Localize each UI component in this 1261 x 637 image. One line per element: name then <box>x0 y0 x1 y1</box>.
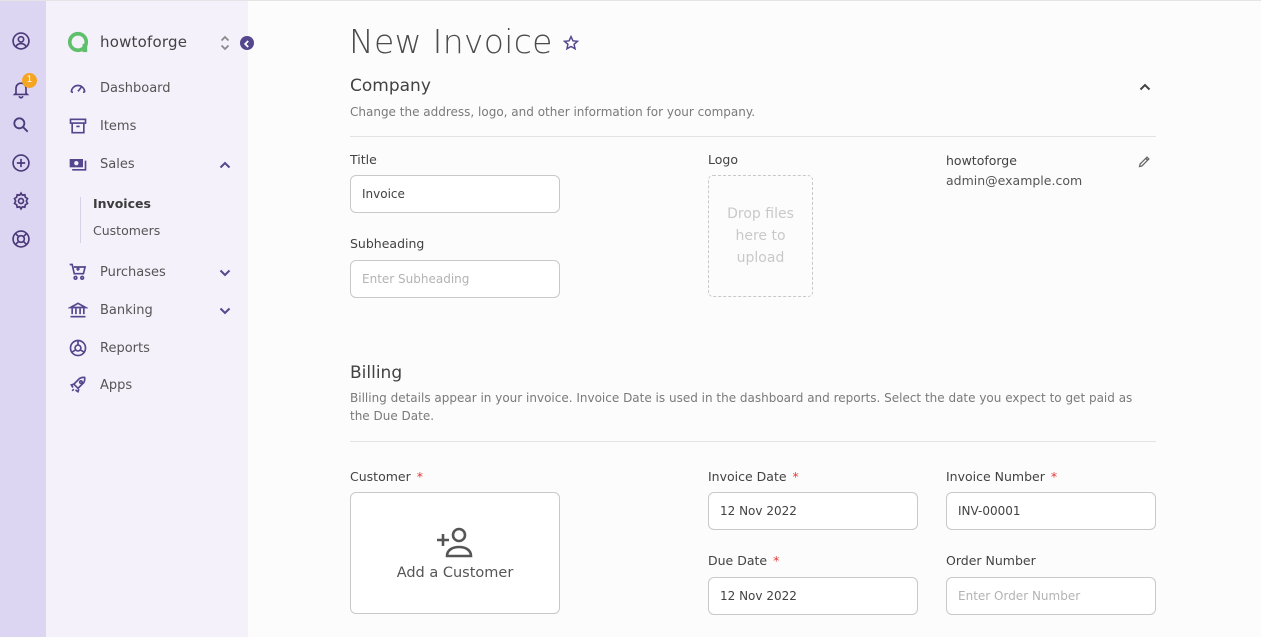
sidebar-item-sales[interactable]: Sales <box>68 154 135 174</box>
chevron-up-icon[interactable] <box>218 157 232 171</box>
company-switcher[interactable]: howtoforge <box>67 31 187 53</box>
search-icon[interactable] <box>11 115 31 135</box>
invoice-date-label-text: Invoice Date <box>708 469 787 484</box>
sidebar-item-dashboard[interactable]: Dashboard <box>68 78 171 98</box>
support-icon[interactable] <box>11 229 31 249</box>
speedometer-icon <box>68 78 88 98</box>
customer-label-text: Customer <box>350 469 411 484</box>
sidebar-subitem-invoices[interactable]: Invoices <box>93 196 151 211</box>
submenu-line <box>80 197 81 243</box>
company-email-display: admin@example.com <box>946 173 1083 188</box>
sidebar-item-label: Banking <box>100 302 153 318</box>
due-date-label-text: Due Date <box>708 553 768 568</box>
logo-dropzone[interactable]: Drop files here to upload <box>708 175 813 297</box>
order-number-input[interactable]: Enter Order Number <box>946 577 1156 615</box>
rocket-icon <box>68 375 88 395</box>
billing-section-title: Billing <box>350 363 403 383</box>
chevron-up-icon[interactable] <box>1138 79 1152 93</box>
pencil-icon[interactable] <box>1137 154 1152 169</box>
page-title-text: New Invoice <box>349 22 553 61</box>
sidebar-item-apps[interactable]: Apps <box>68 375 132 395</box>
add-circle-icon[interactable] <box>11 153 31 173</box>
cart-icon <box>68 262 88 282</box>
star-icon[interactable] <box>562 34 580 52</box>
unfold-icon[interactable] <box>219 34 231 52</box>
add-customer-label: Add a Customer <box>396 565 514 581</box>
bank-icon <box>67 300 89 320</box>
payments-icon <box>68 154 88 174</box>
required-mark: * <box>792 469 799 484</box>
profile-icon[interactable] <box>11 31 31 51</box>
donut-chart-icon <box>68 338 88 358</box>
due-date-label: Due Date * <box>708 553 779 568</box>
invoice-date-label: Invoice Date * <box>708 469 799 484</box>
divider <box>350 136 1156 137</box>
subheading-label: Subheading <box>350 236 425 251</box>
page-title: New Invoice <box>349 22 580 61</box>
person-add-icon <box>437 527 473 558</box>
company-name: howtoforge <box>100 33 188 51</box>
customer-label: Customer * <box>350 469 423 484</box>
title-input[interactable]: Invoice <box>350 175 560 213</box>
company-section-title: Company <box>350 76 431 96</box>
chevron-left-icon <box>243 40 249 48</box>
sidebar-item-label: Sales <box>100 156 135 172</box>
chevron-down-icon[interactable] <box>218 303 232 317</box>
akaunting-logo-icon <box>67 31 89 53</box>
chevron-down-icon[interactable] <box>218 265 232 279</box>
title-label: Title <box>350 152 377 167</box>
sidebar-item-label: Apps <box>100 377 133 393</box>
invoice-number-label-text: Invoice Number <box>946 469 1045 484</box>
invoice-number-input[interactable]: INV-00001 <box>946 492 1156 530</box>
subheading-input[interactable]: Enter Subheading <box>350 260 560 298</box>
sidebar-item-label: Dashboard <box>100 80 171 96</box>
divider <box>350 441 1156 442</box>
billing-section-description: Billing details appear in your invoice. … <box>350 391 1133 423</box>
logo-label: Logo <box>708 152 738 167</box>
gear-icon[interactable] <box>11 191 31 211</box>
required-mark: * <box>416 469 423 484</box>
required-mark: * <box>773 553 780 568</box>
company-name-display: howtoforge <box>946 153 1017 168</box>
sidebar-item-label: Reports <box>100 340 150 356</box>
collapse-sidebar-button[interactable] <box>240 36 254 50</box>
icon-rail: 1 <box>0 1 46 637</box>
required-mark: * <box>1050 469 1058 484</box>
sidebar-item-label: Items <box>100 118 137 134</box>
archive-icon <box>68 116 88 136</box>
order-number-label: Order Number <box>946 553 1036 568</box>
sidebar-item-items[interactable]: Items <box>68 116 136 136</box>
sidebar-item-purchases[interactable]: Purchases <box>68 262 166 282</box>
sidebar-item-banking[interactable]: Banking <box>67 300 153 320</box>
sidebar: howtoforge Dashboard Items Sales Invoice… <box>46 1 254 637</box>
add-customer-button[interactable]: Add a Customer <box>350 492 560 614</box>
company-section-description: Change the address, logo, and other info… <box>350 105 756 119</box>
sidebar-subitem-customers[interactable]: Customers <box>93 223 160 238</box>
sidebar-item-label: Purchases <box>100 264 166 280</box>
sidebar-item-reports[interactable]: Reports <box>68 338 150 358</box>
invoice-date-input[interactable]: 12 Nov 2022 <box>708 492 918 530</box>
due-date-input[interactable]: 12 Nov 2022 <box>708 577 918 615</box>
notification-badge: 1 <box>22 73 37 88</box>
invoice-number-label: Invoice Number * <box>946 469 1057 484</box>
